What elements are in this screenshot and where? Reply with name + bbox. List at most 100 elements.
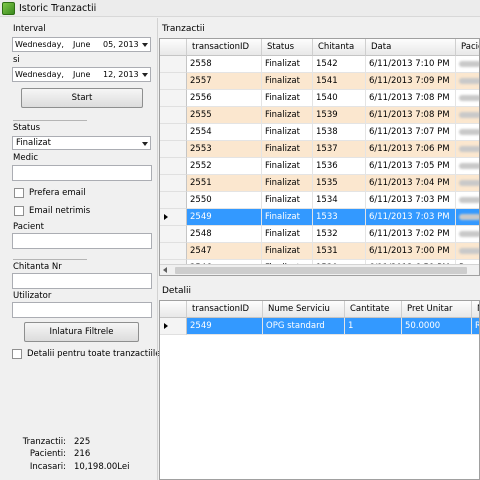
tranzactii-row[interactable]: 2553 Finalizat 1537 6/11/2013 7:06 PM <box>160 141 479 158</box>
detalii-toate-label: Detalii pentru toate tranzactiile <box>27 349 161 359</box>
tranzactii-row[interactable]: 2558 Finalizat 1542 6/11/2013 7:10 PM <box>160 56 479 73</box>
detalii-column-header[interactable]: Cantitate <box>345 301 402 318</box>
tranzactii-cell-id: 2556 <box>187 90 262 107</box>
detalii-toate-checkbox[interactable] <box>12 349 22 359</box>
tranzactii-cell-data: 6/11/2013 7:04 PM <box>366 175 456 192</box>
detalii-column-header[interactable]: M <box>472 301 479 318</box>
redacted-patient-name <box>459 145 479 152</box>
tranzactii-cell-status: Finalizat <box>262 158 313 175</box>
row-header[interactable] <box>160 192 187 209</box>
utilizator-field[interactable] <box>12 302 152 318</box>
tranzactii-cell-pacient <box>456 124 479 141</box>
detalii-column-header[interactable]: Pret Unitar <box>402 301 472 318</box>
to-date-picker[interactable]: Wednesday, June 12, 2013 <box>12 67 151 82</box>
tranzactii-row[interactable]: 2555 Finalizat 1539 6/11/2013 7:08 PM <box>160 107 479 124</box>
tranzactii-row[interactable]: 2551 Finalizat 1535 6/11/2013 7:04 PM <box>160 175 479 192</box>
title-bar: Istoric Tranzactii <box>0 0 480 17</box>
row-header[interactable] <box>160 209 187 226</box>
tranzactii-hscrollbar[interactable] <box>160 264 479 275</box>
redacted-patient-name <box>459 94 479 101</box>
tranzactii-row[interactable]: 2550 Finalizat 1534 6/11/2013 7:03 PM <box>160 192 479 209</box>
tranzactii-column-header[interactable]: Status <box>262 39 313 56</box>
tranzactii-cell-status: Finalizat <box>262 226 313 243</box>
email-netrimis-checkbox[interactable] <box>14 206 24 216</box>
tranzactii-cell-id: 2554 <box>187 124 262 141</box>
tranzactii-hscroll-thumb[interactable] <box>175 267 467 274</box>
tranzactii-row[interactable]: 2557 Finalizat 1541 6/11/2013 7:09 PM <box>160 73 479 90</box>
scroll-left-icon[interactable] <box>163 267 167 273</box>
redacted-patient-name <box>459 111 479 118</box>
tranzactii-cell-chitanta: 1540 <box>313 90 366 107</box>
tranzactii-cell-status: Finalizat <box>262 73 313 90</box>
tranzactii-cell-data: 6/11/2013 7:03 PM <box>366 209 456 226</box>
detalii-row[interactable]: 2549OPG standard150.0000RC <box>160 318 479 335</box>
row-header[interactable] <box>160 124 187 141</box>
chitanta-field[interactable] <box>12 273 152 289</box>
status-label: Status <box>13 123 41 133</box>
redacted-patient-name <box>459 213 479 220</box>
from-date-picker[interactable]: Wednesday, June 05, 2013 <box>12 37 151 52</box>
detalii-cell-cantitate: 1 <box>345 318 402 335</box>
detalii-column-header[interactable]: transactionID <box>187 301 263 318</box>
tranzactii-column-header[interactable]: Pacie <box>456 39 479 56</box>
prefera-email-checkbox[interactable] <box>14 188 24 198</box>
tranzactii-cell-id: 2551 <box>187 175 262 192</box>
current-row-arrow-icon <box>164 214 168 220</box>
clear-filters-button[interactable]: Inlatura Filtrele <box>24 322 139 342</box>
redacted-patient-name <box>459 162 479 169</box>
incasari-label: Incasari: <box>29 462 66 472</box>
detalii-grid[interactable]: transactionID Nume Serviciu Cantitate Pret … <box>159 300 480 480</box>
row-header[interactable] <box>160 56 187 73</box>
tranzactii-count-label: Tranzactii: <box>22 437 66 447</box>
tranzactii-grid[interactable]: transactionIDStatusChitantaDataPacie2558… <box>159 38 480 276</box>
tranzactii-header-corner <box>160 39 187 56</box>
tranzactii-cell-status: Finalizat <box>262 124 313 141</box>
pacienti-count-value: 216 <box>74 449 91 459</box>
row-header[interactable] <box>160 175 187 192</box>
tranzactii-row[interactable]: 2547 Finalizat 1531 6/11/2013 7:00 PM <box>160 243 479 260</box>
chevron-down-icon[interactable] <box>142 142 148 146</box>
tranzactii-cell-chitanta: 1537 <box>313 141 366 158</box>
redacted-patient-name <box>459 77 479 84</box>
pacient-field[interactable] <box>12 233 152 249</box>
medic-field[interactable] <box>12 165 152 181</box>
tranzactii-row[interactable]: 2549 Finalizat 1533 6/11/2013 7:03 PM <box>160 209 479 226</box>
tranzactii-cell-data: 6/11/2013 7:03 PM <box>366 192 456 209</box>
row-header[interactable] <box>160 243 187 260</box>
tranzactii-cell-pacient <box>456 192 479 209</box>
row-header[interactable] <box>160 90 187 107</box>
window-title: Istoric Tranzactii <box>19 3 97 14</box>
redacted-patient-name <box>459 247 479 254</box>
redacted-patient-name <box>459 179 479 186</box>
row-header[interactable] <box>160 73 187 90</box>
redacted-patient-name <box>459 128 479 135</box>
status-combo[interactable]: Finalizat <box>12 136 151 150</box>
tranzactii-group-label: Tranzactii <box>162 24 205 34</box>
tranzactii-cell-data: 6/11/2013 7:05 PM <box>366 158 456 175</box>
email-netrimis-label: Email netrimis <box>29 206 91 216</box>
row-header[interactable] <box>160 318 187 335</box>
tranzactii-cell-data: 6/11/2013 7:10 PM <box>366 56 456 73</box>
tranzactii-cell-status: Finalizat <box>262 56 313 73</box>
row-header[interactable] <box>160 226 187 243</box>
chevron-down-icon[interactable] <box>142 73 148 77</box>
tranzactii-row[interactable]: 2552 Finalizat 1536 6/11/2013 7:05 PM <box>160 158 479 175</box>
row-header[interactable] <box>160 107 187 124</box>
chevron-down-icon[interactable] <box>142 43 148 47</box>
to-date-month: June <box>73 70 91 79</box>
tranzactii-row[interactable]: 2548 Finalizat 1532 6/11/2013 7:02 PM <box>160 226 479 243</box>
tranzactii-column-header[interactable]: Data <box>366 39 456 56</box>
tranzactii-column-header[interactable]: Chitanta <box>313 39 366 56</box>
row-header[interactable] <box>160 158 187 175</box>
redacted-patient-name <box>459 196 479 203</box>
detalii-column-header[interactable]: Nume Serviciu <box>263 301 345 318</box>
tranzactii-row[interactable]: 2556 Finalizat 1540 6/11/2013 7:08 PM <box>160 90 479 107</box>
medic-label: Medic <box>13 153 38 163</box>
tranzactii-column-header[interactable]: transactionID <box>187 39 262 56</box>
tranzactii-cell-id: 2555 <box>187 107 262 124</box>
start-button[interactable]: Start <box>21 88 143 108</box>
tranzactii-cell-id: 2549 <box>187 209 262 226</box>
tranzactii-cell-id: 2553 <box>187 141 262 158</box>
tranzactii-row[interactable]: 2554 Finalizat 1538 6/11/2013 7:07 PM <box>160 124 479 141</box>
row-header[interactable] <box>160 141 187 158</box>
